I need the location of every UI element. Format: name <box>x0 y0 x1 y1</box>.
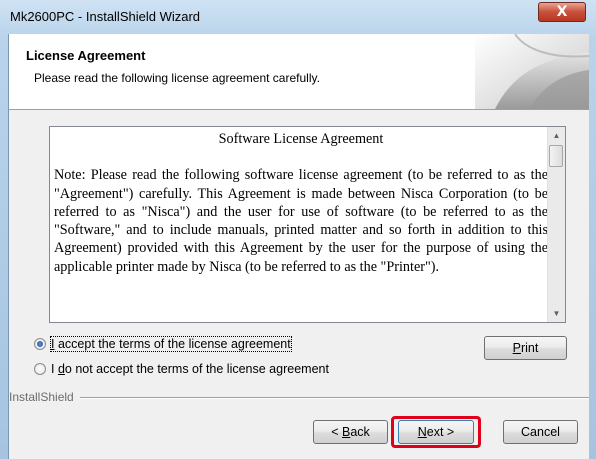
scroll-up-arrow-icon[interactable]: ▲ <box>548 127 565 144</box>
scroll-thumb[interactable] <box>549 145 563 167</box>
footer-separator <box>9 397 589 399</box>
license-heading: Software License Agreement <box>218 131 384 147</box>
license-body: Note: Please read the following software… <box>54 167 548 275</box>
wizard-header: License Agreement Please read the follow… <box>9 34 589 110</box>
license-scrollbar[interactable]: ▲ ▼ <box>547 127 565 322</box>
close-button[interactable]: X <box>538 2 586 22</box>
back-button[interactable]: < Back <box>313 420 388 444</box>
next-button-highlight <box>391 416 481 448</box>
wizard-client-area: License Agreement Please read the follow… <box>8 34 589 459</box>
cancel-button[interactable]: Cancel <box>503 420 578 444</box>
accept-option[interactable]: I accept the terms of the license agreem… <box>34 335 292 353</box>
decline-label[interactable]: I do not accept the terms of the license… <box>51 362 329 376</box>
installer-window: Mk2600PC - InstallShield Wizard X Licens… <box>0 0 596 459</box>
print-button[interactable]: Print <box>484 336 567 360</box>
wizard-banner-graphic <box>475 34 589 109</box>
window-title: Mk2600PC - InstallShield Wizard <box>10 9 201 24</box>
decline-option[interactable]: I do not accept the terms of the license… <box>34 360 329 378</box>
accept-label[interactable]: I accept the terms of the license agreem… <box>50 336 292 352</box>
title-bar[interactable]: Mk2600PC - InstallShield Wizard X <box>0 0 596 34</box>
license-text: Software License Agreement Note: Please … <box>54 130 548 276</box>
installshield-brand: InstallShield <box>9 390 80 404</box>
close-icon: X <box>556 4 568 20</box>
accept-radio[interactable] <box>34 338 46 350</box>
page-subtitle: Please read the following license agreem… <box>34 71 320 85</box>
scroll-down-arrow-icon[interactable]: ▼ <box>548 305 565 322</box>
page-title: License Agreement <box>26 48 146 63</box>
decline-radio[interactable] <box>34 363 46 375</box>
license-text-box[interactable]: Software License Agreement Note: Please … <box>49 126 566 323</box>
